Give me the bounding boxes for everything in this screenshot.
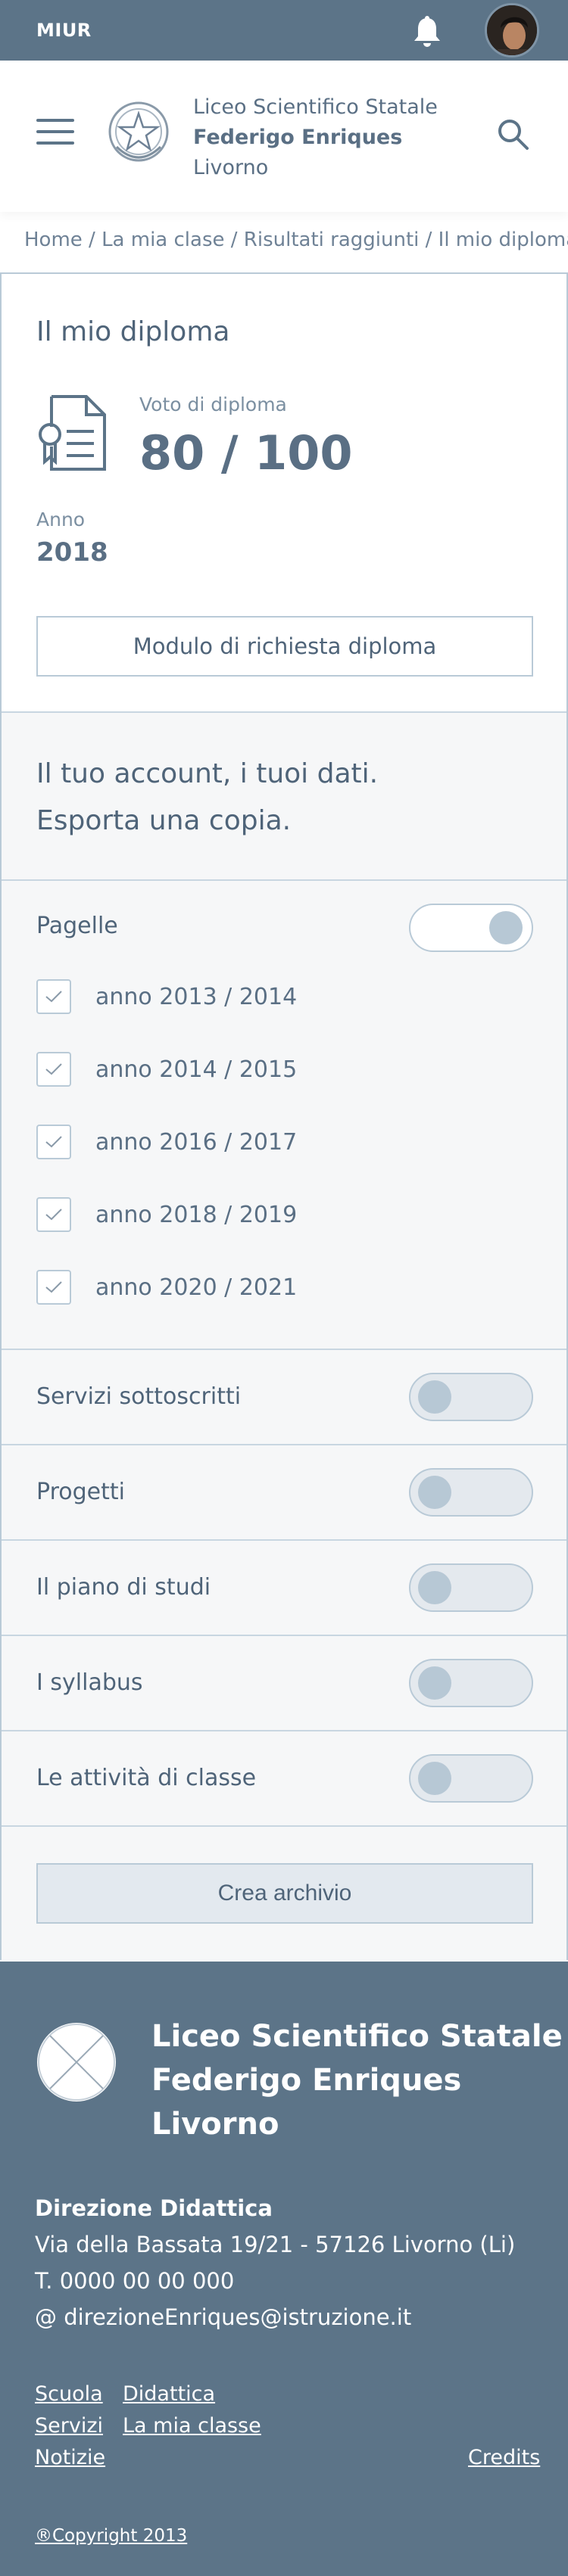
- footer-link-la-mia-classe[interactable]: La mia classe: [123, 2414, 261, 2438]
- phone: T. 0000 00 00 000: [35, 2268, 235, 2294]
- toggle-knob: [418, 1571, 451, 1604]
- footer-link-didattica[interactable]: Didattica: [123, 2382, 215, 2406]
- pagelle-label: Pagelle: [36, 913, 118, 939]
- menu-line: [36, 119, 74, 122]
- school-title[interactable]: Liceo Scientifico Statale Federigo Enriq…: [193, 92, 438, 183]
- pagelle-year-label: anno 2020 / 2021: [95, 1274, 298, 1301]
- site-header: Liceo Scientifico Statale Federigo Enriq…: [0, 61, 568, 212]
- section-label: Il piano di studi: [36, 1574, 211, 1601]
- section-piano-di-studi: Il piano di studi: [2, 1541, 566, 1636]
- republic-emblem-icon: [108, 101, 169, 162]
- section-label: Servizi sottoscritti: [36, 1383, 242, 1410]
- pagelle-section: Pagelle anno 2013 / 2014 anno 2014 / 201…: [2, 881, 566, 1350]
- pagelle-year-label: anno 2013 / 2014: [95, 983, 298, 1010]
- toggle-knob: [418, 1762, 451, 1795]
- pagelle-year-row[interactable]: anno 2020 / 2021: [36, 1270, 297, 1305]
- checkmark-icon: [45, 1063, 62, 1075]
- checkbox[interactable]: [36, 979, 71, 1014]
- section-label: Progetti: [36, 1479, 125, 1505]
- address: Via della Bassata 19/21 - 57126 Livorno …: [35, 2232, 516, 2257]
- checkbox[interactable]: [36, 1197, 71, 1232]
- school-line-2: Federigo Enriques: [193, 126, 403, 149]
- checkmark-icon: [45, 1209, 62, 1221]
- school-line-3: Livorno: [193, 156, 269, 179]
- direction-title: Direzione Didattica: [35, 2195, 273, 2221]
- site-footer: Liceo Scientifico Statale Federigo Enriq…: [0, 1962, 568, 2576]
- checkmark-icon: [45, 991, 62, 1003]
- avatar[interactable]: [485, 3, 539, 58]
- pagelle-toggle[interactable]: [409, 904, 533, 952]
- top-bar: MIUR: [0, 0, 568, 61]
- pagelle-year-label: anno 2014 / 2015: [95, 1056, 298, 1083]
- checkbox[interactable]: [36, 1270, 71, 1305]
- footer-school-title: Liceo Scientifico Statale Federigo Enriq…: [151, 2014, 563, 2146]
- pagelle-year-row[interactable]: anno 2013 / 2014: [36, 979, 297, 1014]
- toggle-knob: [418, 1380, 451, 1414]
- progetti-toggle[interactable]: [409, 1468, 533, 1517]
- menu-line: [36, 130, 74, 133]
- footer-link-credits[interactable]: Credits: [468, 2446, 540, 2469]
- diploma-title: Il mio diploma: [36, 316, 230, 347]
- certificate-icon: [39, 395, 106, 471]
- section-syllabus: I syllabus: [2, 1636, 566, 1731]
- bell-icon[interactable]: [409, 14, 445, 50]
- pagelle-year-label: anno 2016 / 2017: [95, 1128, 298, 1156]
- main-card: Il mio diploma Voto di diploma 80 / 100 …: [0, 272, 568, 1960]
- checkmark-icon: [45, 1136, 62, 1148]
- footer-contacts: Direzione Didattica Via della Bassata 19…: [35, 2190, 515, 2335]
- breadcrumb[interactable]: Home / La mia clase / Risultati raggiunt…: [24, 229, 568, 251]
- footer-link-notizie[interactable]: Notizie: [35, 2446, 105, 2469]
- toggle-knob: [489, 911, 523, 944]
- toggle-knob: [418, 1666, 451, 1700]
- email: @ direzioneEnriques@istruzione.it: [35, 2304, 412, 2330]
- copyright-link[interactable]: ®Copyright 2013: [35, 2526, 187, 2546]
- org-label: MIUR: [36, 20, 92, 41]
- section-label: Le attività di classe: [36, 1765, 257, 1791]
- section-attivita-di-classe: Le attività di classe: [2, 1731, 566, 1827]
- search-icon[interactable]: [495, 117, 530, 151]
- pagelle-year-row[interactable]: anno 2016 / 2017: [36, 1125, 297, 1159]
- syllabus-toggle[interactable]: [409, 1659, 533, 1707]
- checkbox[interactable]: [36, 1125, 71, 1159]
- vote-value: 80 / 100: [139, 425, 353, 481]
- account-line-2: Esporta una copia.: [36, 805, 292, 836]
- servizi-toggle[interactable]: [409, 1373, 533, 1421]
- pagelle-year-row[interactable]: anno 2018 / 2019: [36, 1197, 297, 1232]
- checkbox[interactable]: [36, 1052, 71, 1087]
- account-heading: Il tuo account, i tuoi dati. Esporta una…: [36, 751, 378, 845]
- school-line-1: Liceo Scientifico Statale: [193, 95, 438, 119]
- year-value: 2018: [36, 537, 108, 568]
- section-label: I syllabus: [36, 1669, 143, 1696]
- piano-di-studi-toggle[interactable]: [409, 1563, 533, 1612]
- account-export-section: Il tuo account, i tuoi dati. Esporta una…: [2, 713, 566, 881]
- attivita-toggle[interactable]: [409, 1754, 533, 1803]
- menu-line: [36, 142, 74, 145]
- menu-button[interactable]: [36, 119, 74, 148]
- vote-label: Voto di diploma: [139, 394, 287, 415]
- pagelle-year-row[interactable]: anno 2014 / 2015: [36, 1052, 297, 1087]
- footer-link-scuola[interactable]: Scuola: [35, 2382, 103, 2406]
- archive-section: Crea archivio: [2, 1827, 566, 1960]
- account-line-1: Il tuo account, i tuoi dati.: [36, 758, 379, 789]
- pagelle-year-label: anno 2018 / 2019: [95, 1201, 298, 1228]
- diploma-request-button[interactable]: Modulo di richiesta diploma: [36, 616, 533, 677]
- placeholder-logo-icon: [37, 2023, 116, 2102]
- diploma-section: Il mio diploma Voto di diploma 80 / 100 …: [2, 274, 566, 713]
- year-label: Anno: [36, 509, 86, 530]
- footer-title-line-1: Liceo Scientifico Statale: [151, 2019, 563, 2054]
- section-progetti: Progetti: [2, 1445, 566, 1541]
- footer-title-line-2: Federigo Enriques: [151, 2063, 462, 2098]
- avatar-image: [487, 5, 537, 55]
- footer-link-servizi[interactable]: Servizi: [35, 2414, 103, 2438]
- footer-title-line-3: Livorno: [151, 2107, 279, 2142]
- section-servizi: Servizi sottoscritti: [2, 1350, 566, 1445]
- toggle-knob: [418, 1476, 451, 1509]
- checkmark-icon: [45, 1281, 62, 1293]
- create-archive-button[interactable]: Crea archivio: [36, 1863, 533, 1924]
